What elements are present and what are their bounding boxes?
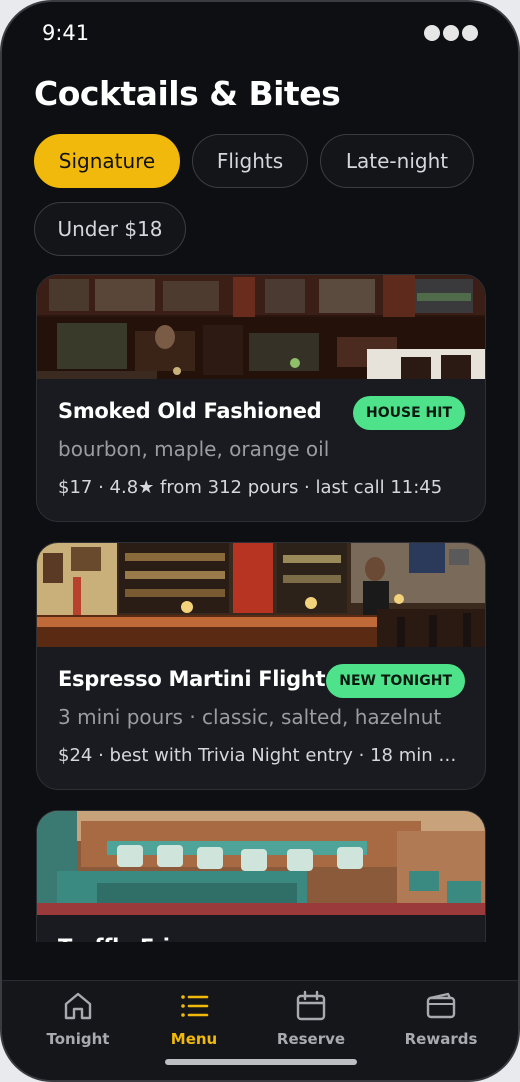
tab-tonight[interactable]: Tonight [23,989,133,1059]
card-title: Smoked Old Fashioned [58,399,322,423]
filter-chip-under-18[interactable]: Under $18 [34,202,186,256]
tab-rewards[interactable]: Rewards [386,989,496,1059]
card-subtitle: bourbon, maple, orange oil [58,437,330,461]
card-photo-bar-counter [37,543,485,647]
home-icon [64,992,92,1020]
card-title: Espresso Martini Flight [58,667,326,691]
filter-chip-signature[interactable]: Signature [34,134,180,188]
status-dot-icon [443,25,459,41]
tab-label: Reserve [276,1030,346,1048]
filter-chip-flights[interactable]: Flights [192,134,308,188]
tab-label: Tonight [46,1030,110,1048]
status-time: 9:41 [42,21,90,45]
phone-frame: 9:41 Cocktails & Bites Signature Flights… [0,0,520,1082]
card-meta: $24 · best with Trivia Night entry · 18 … [58,745,468,766]
card-photo-lounge [37,811,485,915]
card-photo-dining-room [37,275,485,379]
menu-list-icon [181,995,209,1017]
tab-menu[interactable]: Menu [139,989,249,1059]
tab-label: Rewards [404,1030,478,1048]
tab-label: Menu [170,1030,218,1048]
filter-chip-late-night[interactable]: Late-night [320,134,474,188]
scroll-fade [36,942,486,980]
calendar-icon [296,990,326,1021]
menu-card-smoked-old-fashioned[interactable]: Smoked Old Fashioned HOUSE HIT bourbon, … [36,274,486,522]
status-badge: HOUSE HIT [353,396,465,430]
tab-reserve[interactable]: Reserve [256,989,366,1059]
card-subtitle: 3 mini pours · classic, salted, hazelnut [58,705,442,729]
status-badge: NEW TONIGHT [326,664,465,698]
home-indicator [165,1059,357,1065]
page-title: Cocktails & Bites [34,74,341,113]
wallet-icon [426,992,456,1019]
menu-card-espresso-martini-flight[interactable]: Espresso Martini Flight NEW TONIGHT 3 mi… [36,542,486,790]
tab-bar: Tonight Menu Reserve Rewards [2,980,518,1080]
card-meta: $17 · 4.8★ from 312 pours · last call 11… [58,477,443,498]
status-icons [424,25,478,41]
status-bar: 9:41 [2,2,518,62]
status-dot-icon [462,25,478,41]
status-dot-icon [424,25,440,41]
